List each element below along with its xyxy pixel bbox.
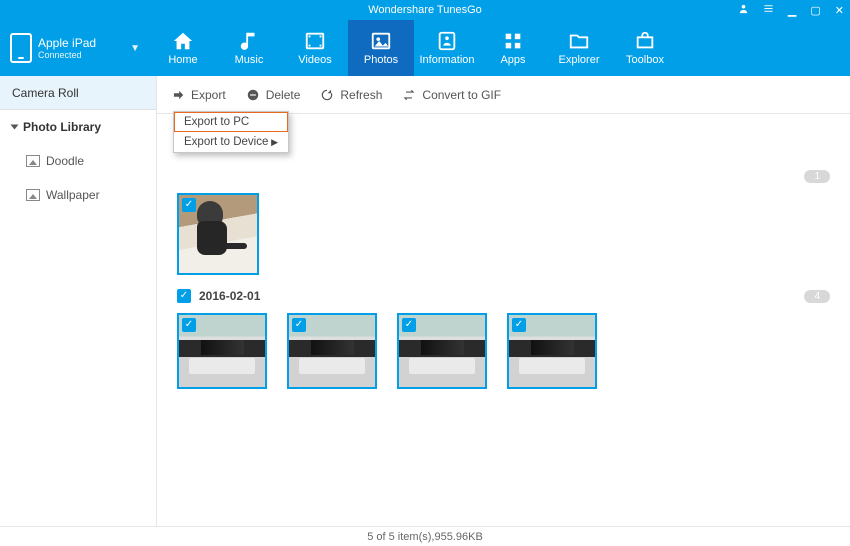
- photo-thumbnail[interactable]: [177, 193, 259, 275]
- photo-thumbnail[interactable]: [287, 313, 377, 389]
- checkbox-checked-icon[interactable]: [177, 289, 191, 303]
- checkbox-checked-icon[interactable]: [182, 318, 196, 332]
- checkbox-checked-icon[interactable]: [402, 318, 416, 332]
- sidebar-item-photo-library[interactable]: Photo Library: [0, 110, 156, 144]
- sidebar: Camera Roll Photo Library Doodle Wallpap…: [0, 76, 157, 526]
- delete-button[interactable]: Delete: [246, 88, 301, 102]
- image-icon: [26, 155, 40, 167]
- image-icon: [26, 189, 40, 201]
- title-bar: Wondershare TunesGo ▁ ▢ ✕: [0, 0, 850, 20]
- chevron-down-icon: ▼: [130, 43, 140, 54]
- photo-gallery: 1 2016-02-01 4: [157, 114, 850, 526]
- export-dropdown-menu: Export to PC Export to Device ▶: [173, 111, 289, 153]
- photo-group-header: 2016-02-01 4: [177, 289, 830, 303]
- checkbox-checked-icon[interactable]: [512, 318, 526, 332]
- photo-thumbnail[interactable]: [177, 313, 267, 389]
- device-selector[interactable]: Apple iPad Connected ▼: [0, 20, 150, 76]
- menu-export-to-pc[interactable]: Export to PC: [174, 112, 288, 132]
- photo-thumbnail[interactable]: [507, 313, 597, 389]
- menu-icon[interactable]: [763, 3, 774, 17]
- caret-down-icon: [11, 125, 19, 130]
- sidebar-item-wallpaper[interactable]: Wallpaper: [0, 178, 156, 212]
- group-count-badge: 4: [804, 290, 830, 303]
- tab-explorer[interactable]: Explorer: [546, 20, 612, 76]
- convert-gif-button[interactable]: Convert to GIF: [402, 88, 501, 102]
- tab-photos[interactable]: Photos: [348, 20, 414, 76]
- tab-music[interactable]: Music: [216, 20, 282, 76]
- refresh-button[interactable]: Refresh: [320, 88, 382, 102]
- tab-videos[interactable]: Videos: [282, 20, 348, 76]
- checkbox-checked-icon[interactable]: [292, 318, 306, 332]
- export-button[interactable]: Export: [171, 88, 226, 102]
- photo-group-header: 1: [177, 170, 830, 183]
- window-controls: ▁ ▢ ✕: [738, 3, 844, 17]
- device-status: Connected: [38, 50, 96, 60]
- group-date: 2016-02-01: [199, 289, 260, 303]
- tab-information[interactable]: Information: [414, 20, 480, 76]
- app-title: Wondershare TunesGo: [368, 4, 482, 16]
- maximize-button[interactable]: ▢: [810, 4, 820, 17]
- sidebar-item-camera-roll[interactable]: Camera Roll: [0, 76, 156, 110]
- group-count-badge: 1: [804, 170, 830, 183]
- tablet-icon: [10, 33, 32, 63]
- tab-home[interactable]: Home: [150, 20, 216, 76]
- status-text: 5 of 5 item(s),955.96KB: [367, 531, 483, 543]
- tab-toolbox[interactable]: Toolbox: [612, 20, 678, 76]
- tab-apps[interactable]: Apps: [480, 20, 546, 76]
- menu-export-to-device[interactable]: Export to Device ▶: [174, 132, 288, 152]
- minimize-button[interactable]: ▁: [788, 4, 796, 17]
- nav-tabs: Home Music Videos Photos Information App…: [150, 20, 678, 76]
- photo-thumbnail[interactable]: [397, 313, 487, 389]
- checkbox-checked-icon[interactable]: [182, 198, 196, 212]
- close-button[interactable]: ✕: [835, 4, 844, 17]
- content-pane: Export Delete Refresh Convert to GIF Exp…: [157, 76, 850, 526]
- sidebar-item-doodle[interactable]: Doodle: [0, 144, 156, 178]
- chevron-right-icon: ▶: [271, 137, 278, 148]
- toolbar: Export Delete Refresh Convert to GIF: [157, 76, 850, 114]
- device-name: Apple iPad: [38, 36, 96, 50]
- status-bar: 5 of 5 item(s),955.96KB: [0, 526, 850, 546]
- top-bar: Apple iPad Connected ▼ Home Music Videos…: [0, 20, 850, 76]
- user-icon[interactable]: [738, 3, 749, 17]
